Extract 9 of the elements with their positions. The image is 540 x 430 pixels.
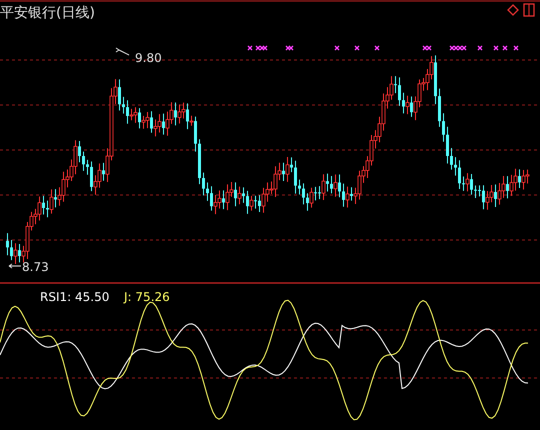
chart-title: 平安银行(日线) [0,5,95,21]
low-price-label: 8.73 [22,260,49,274]
square-icon[interactable] [523,3,535,17]
diamond-icon[interactable] [507,4,519,16]
leader-line [116,48,130,56]
leader-line [8,264,22,268]
j-readout: J: 75.26 [124,290,170,304]
rsi-readout: RSI1: 45.50 [40,290,110,304]
high-price-label: 9.80 [135,51,162,65]
